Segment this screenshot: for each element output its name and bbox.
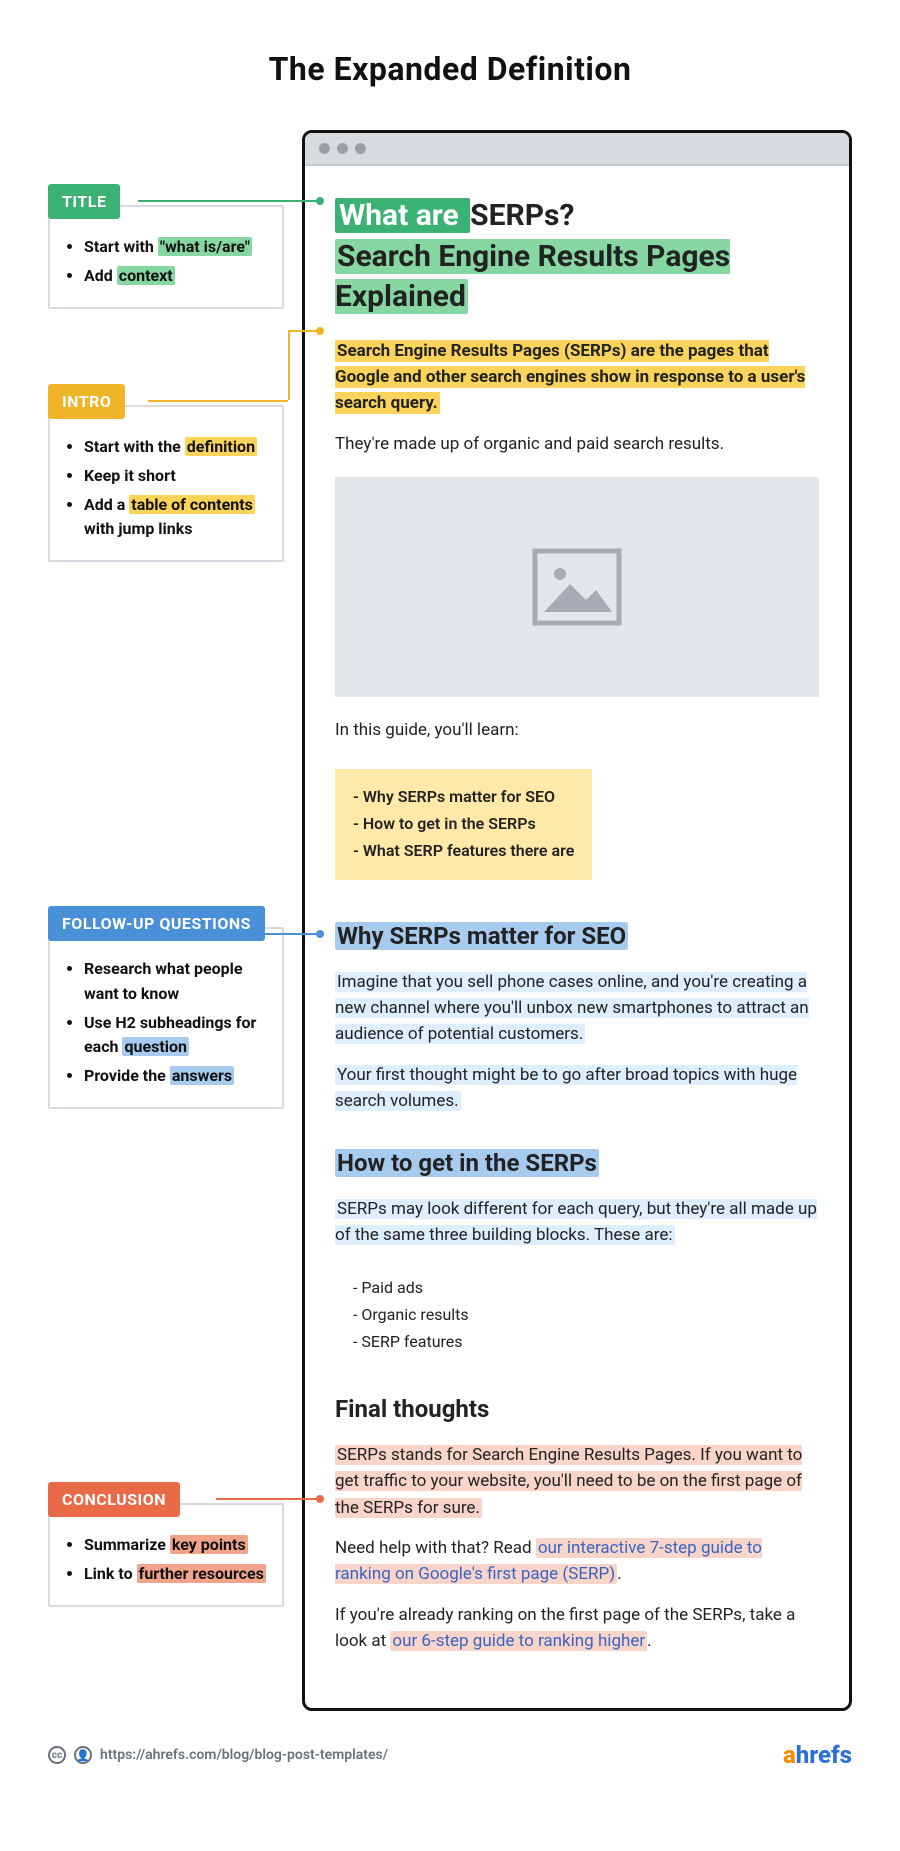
- image-placeholder: [335, 477, 819, 697]
- t: .: [617, 1564, 621, 1584]
- t: How to get in the SERPs: [335, 1149, 599, 1177]
- anno-followup-box: Research what people want to know Use H2…: [48, 927, 284, 1109]
- t: SERPs?: [470, 198, 574, 233]
- t: What are: [335, 198, 470, 233]
- t: further resources: [137, 1564, 266, 1583]
- list-item: Organic results: [353, 1303, 819, 1328]
- brand-logo: ahrefs: [783, 1741, 852, 1769]
- anno-followup: FOLLOW-UP QUESTIONS Research what people…: [48, 906, 284, 1109]
- anno-intro-label: INTRO: [48, 384, 125, 419]
- traffic-light-dot: [337, 143, 348, 154]
- t: Start with: [84, 237, 158, 256]
- layout: TITLE Start with "what is/are" Add conte…: [48, 130, 852, 1711]
- traffic-light-dot: [355, 143, 366, 154]
- table-of-contents: Why SERPs matter for SEO How to get in t…: [335, 769, 592, 879]
- t: context: [117, 266, 175, 285]
- paragraph: SERPs stands for Search Engine Results P…: [335, 1442, 819, 1521]
- t: Search Engine Results Pages Explained: [335, 239, 730, 315]
- section-heading: How to get in the SERPs: [335, 1145, 819, 1182]
- anno-followup-label: FOLLOW-UP QUESTIONS: [48, 906, 265, 941]
- anno-title: TITLE Start with "what is/are" Add conte…: [48, 184, 284, 309]
- traffic-light-dot: [319, 143, 330, 154]
- browser-window: What are SERPs? Search Engine Results Pa…: [302, 130, 852, 1711]
- list-item: Paid ads: [353, 1276, 819, 1301]
- paragraph: If you're already ranking on the first p…: [335, 1602, 819, 1655]
- article-content: What are SERPs? Search Engine Results Pa…: [305, 166, 849, 1708]
- toc-item[interactable]: How to get in the SERPs: [353, 812, 574, 837]
- paragraph: SERPs may look different for each query,…: [335, 1196, 819, 1249]
- t: Keep it short: [84, 466, 176, 485]
- t: with jump links: [84, 519, 193, 538]
- t: Provide the: [84, 1066, 170, 1085]
- article-intro: Search Engine Results Pages (SERPs) are …: [335, 338, 819, 417]
- page-title: The Expanded Definition: [48, 50, 852, 88]
- paragraph: Imagine that you sell phone cases online…: [335, 969, 819, 1048]
- t: Summarize: [84, 1535, 170, 1554]
- toc-item[interactable]: What SERP features there are: [353, 839, 574, 864]
- t: "what is/are": [158, 237, 252, 256]
- t: Link to: [84, 1564, 137, 1583]
- toc-item[interactable]: Why SERPs matter for SEO: [353, 785, 574, 810]
- t: Why SERPs matter for SEO: [335, 922, 628, 950]
- list-item: SERP features: [353, 1330, 819, 1355]
- t: question: [122, 1037, 189, 1056]
- anno-intro: INTRO Start with the definition Keep it …: [48, 384, 284, 562]
- picture-icon: [532, 548, 622, 626]
- t: answers: [170, 1066, 234, 1085]
- t: Imagine that you sell phone cases online…: [335, 972, 809, 1045]
- annotations-column: TITLE Start with "what is/are" Add conte…: [48, 130, 284, 1711]
- t: Search Engine Results Pages (SERPs) are …: [335, 340, 805, 415]
- anno-intro-box: Start with the definition Keep it short …: [48, 405, 284, 562]
- learn-lead: In this guide, you'll learn:: [335, 717, 819, 743]
- t: Add a: [84, 495, 129, 514]
- cc-icon: cc: [48, 1746, 66, 1764]
- t: Need help with that? Read: [335, 1538, 536, 1558]
- resource-link[interactable]: our 6-step guide to ranking higher: [390, 1631, 647, 1651]
- t: Research what people want to know: [84, 959, 243, 1003]
- t: SERPs stands for Search Engine Results P…: [335, 1445, 802, 1518]
- paragraph: Need help with that? Read our interactiv…: [335, 1535, 819, 1588]
- article-heading: What are SERPs? Search Engine Results Pa…: [335, 196, 819, 318]
- t: Your first thought might be to go after …: [335, 1065, 797, 1111]
- t: Start with the: [84, 437, 185, 456]
- section-heading: Why SERPs matter for SEO: [335, 918, 819, 955]
- footer-url: https://ahrefs.com/blog/blog-post-templa…: [100, 1747, 388, 1763]
- anno-title-label: TITLE: [48, 184, 120, 219]
- t: table of contents: [129, 495, 255, 514]
- footer: cc 👤 https://ahrefs.com/blog/blog-post-t…: [48, 1741, 852, 1769]
- footer-attribution: cc 👤 https://ahrefs.com/blog/blog-post-t…: [48, 1746, 388, 1764]
- paragraph: Your first thought might be to go after …: [335, 1062, 819, 1115]
- anno-conclusion-box: Summarize key points Link to further res…: [48, 1503, 284, 1607]
- browser-title-bar: [305, 133, 849, 166]
- by-icon: 👤: [74, 1746, 92, 1764]
- t: definition: [185, 437, 257, 456]
- t: key points: [170, 1535, 248, 1554]
- bullet-list: Paid ads Organic results SERP features: [335, 1262, 819, 1360]
- anno-title-box: Start with "what is/are" Add context: [48, 205, 284, 309]
- section-heading: Final thoughts: [335, 1391, 819, 1428]
- t: .: [647, 1631, 651, 1651]
- t: SERPs may look different for each query,…: [335, 1199, 817, 1245]
- t: Add: [84, 266, 117, 285]
- anno-conclusion: CONCLUSION Summarize key points Link to …: [48, 1482, 284, 1607]
- article-intro-followup: They're made up of organic and paid sear…: [335, 431, 819, 457]
- anno-conclusion-label: CONCLUSION: [48, 1482, 180, 1517]
